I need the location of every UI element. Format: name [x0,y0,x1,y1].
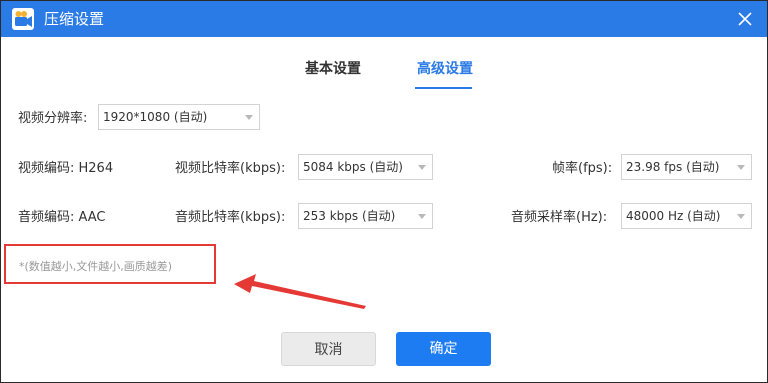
audio-bitrate-select[interactable]: 253 kbps (自动) [298,203,433,229]
video-bitrate-select[interactable]: 5084 kbps (自动) [298,154,433,180]
chevron-down-icon [737,214,745,219]
tab-basic-settings[interactable]: 基本设置 [305,60,361,78]
fps-value: 23.98 fps (自动) [626,160,720,174]
tab-advanced-settings[interactable]: 高级设置 [417,60,473,78]
annotation-arrow-icon [234,274,366,309]
video-camera-app-icon [12,8,34,30]
annotation-highlight-box [4,244,216,284]
chevron-down-icon [245,115,253,120]
video-bitrate-label: 视频比特率(kbps): [175,161,286,176]
audio-bitrate-value: 253 kbps (自动) [303,209,396,223]
sample-rate-value: 48000 Hz (自动) [626,209,721,223]
resolution-label: 视频分辨率: [18,111,88,126]
resolution-select[interactable]: 1920*1080 (自动) [98,104,260,130]
fps-label: 帧率(fps): [552,161,613,176]
chevron-down-icon [418,165,426,170]
window-title: 压缩设置 [44,10,105,28]
audio-codec-label: 音频编码: AAC [18,210,106,225]
dialog-window: 压缩设置 基本设置 高级设置 视频分辨率: 1920*1080 (自动) 视频编… [0,0,768,383]
ok-button[interactable]: 确定 [396,332,491,366]
cancel-button[interactable]: 取消 [281,332,376,366]
active-tab-indicator [415,87,472,89]
resolution-value: 1920*1080 (自动) [103,110,208,124]
audio-bitrate-label: 音频比特率(kbps): [175,210,286,225]
video-bitrate-value: 5084 kbps (自动) [303,160,403,174]
close-icon[interactable] [734,8,756,30]
title-bar: 压缩设置 [1,1,767,37]
video-codec-label: 视频编码: H264 [18,161,114,176]
sample-rate-label: 音频采样率(Hz): [511,210,608,225]
chevron-down-icon [737,165,745,170]
sample-rate-select[interactable]: 48000 Hz (自动) [621,203,752,229]
fps-select[interactable]: 23.98 fps (自动) [621,154,752,180]
chevron-down-icon [418,214,426,219]
